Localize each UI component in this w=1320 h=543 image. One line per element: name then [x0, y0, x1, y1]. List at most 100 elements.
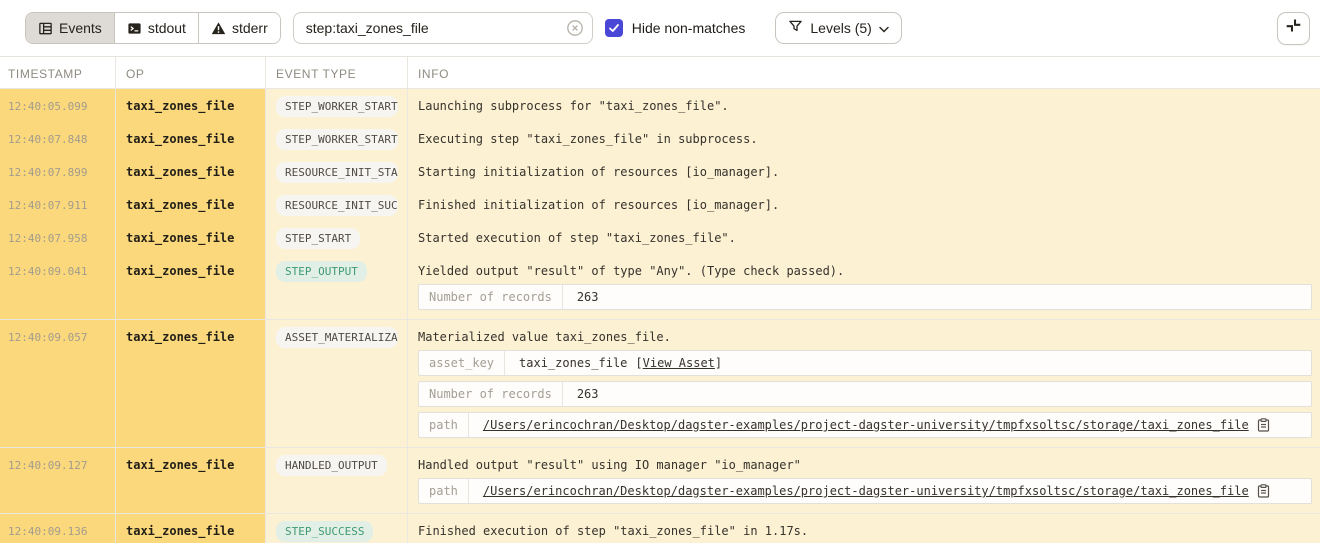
timestamp-cell: 12:40:09.127	[0, 448, 116, 513]
event-type-badge: RESOURCE_INIT_SUCC…	[276, 195, 398, 216]
table-row[interactable]: 12:40:09.136 taxi_zones_file STEP_SUCCES…	[0, 514, 1320, 543]
op-cell: taxi_zones_file	[116, 221, 266, 254]
copy-path-icon[interactable]	[1257, 484, 1270, 498]
col-header-op: OP	[116, 57, 266, 88]
info-cell: Launching subprocess for "taxi_zones_fil…	[408, 89, 1320, 122]
event-log-table: TIMESTAMP OP EVENT TYPE INFO 12:40:05.09…	[0, 56, 1320, 543]
info-cell: Yielded output "result" of type "Any". (…	[408, 254, 1320, 319]
chevron-down-icon	[879, 20, 889, 36]
levels-filter-button[interactable]: Levels (5)	[775, 12, 901, 44]
info-cell: Materialized value taxi_zones_file. asse…	[408, 320, 1320, 447]
path-link[interactable]: /Users/erincochran/Desktop/dagster-examp…	[483, 418, 1249, 432]
metadata-key: path	[419, 479, 469, 503]
metadata-table: path /Users/erincochran/Desktop/dagster-…	[418, 478, 1312, 504]
metadata-value: 263	[563, 387, 613, 401]
op-cell: taxi_zones_file	[116, 320, 266, 447]
metadata-key: path	[419, 413, 469, 437]
table-row[interactable]: 12:40:07.848 taxi_zones_file STEP_WORKER…	[0, 122, 1320, 155]
log-toolbar: Events stdout stderr Hide non-matches	[0, 0, 1320, 56]
table-row[interactable]: 12:40:07.958 taxi_zones_file STEP_START …	[0, 221, 1320, 254]
timestamp-cell: 12:40:09.057	[0, 320, 116, 447]
event-type-badge: RESOURCE_INIT_STAR…	[276, 162, 398, 183]
metadata-key: Number of records	[419, 285, 563, 309]
metadata-table: Number of records 263	[418, 284, 1312, 310]
info-cell: Handled output "result" using IO manager…	[408, 448, 1320, 513]
table-row[interactable]: 12:40:07.899 taxi_zones_file RESOURCE_IN…	[0, 155, 1320, 188]
col-header-event-type: EVENT TYPE	[266, 57, 408, 88]
tab-stderr-label: stderr	[232, 20, 268, 36]
clear-search-icon[interactable]	[566, 19, 584, 37]
table-row[interactable]: 12:40:09.057 taxi_zones_file ASSET_MATER…	[0, 320, 1320, 448]
metadata-entry-records: Number of records 263	[418, 284, 1312, 310]
event-type-badge: STEP_SUCCESS	[276, 521, 373, 542]
tab-events-label: Events	[59, 20, 102, 36]
op-cell: taxi_zones_file	[116, 448, 266, 513]
table-row[interactable]: 12:40:05.099 taxi_zones_file STEP_WORKER…	[0, 89, 1320, 122]
info-cell: Finished execution of step "taxi_zones_f…	[408, 514, 1320, 543]
timestamp-cell: 12:40:09.041	[0, 254, 116, 319]
filter-funnel-icon	[788, 19, 803, 37]
metadata-entry-records: Number of records 263	[418, 381, 1312, 407]
info-text: Handled output "result" using IO manager…	[418, 458, 1312, 472]
copy-path-icon[interactable]	[1257, 418, 1270, 432]
metadata-table: asset_key taxi_zones_file [View Asset] N…	[418, 350, 1312, 438]
metadata-key: asset_key	[419, 351, 505, 375]
info-cell: Started execution of step "taxi_zones_fi…	[408, 221, 1320, 254]
log-filter-search	[293, 12, 593, 44]
op-cell: taxi_zones_file	[116, 514, 266, 543]
warning-icon	[211, 21, 226, 36]
table-icon	[38, 21, 53, 36]
search-input[interactable]	[293, 12, 593, 44]
event-type-badge: STEP_WORKER_STARTI…	[276, 96, 398, 117]
checkbox-checked-icon[interactable]	[605, 19, 623, 37]
terminal-icon	[127, 21, 142, 36]
table-row[interactable]: 12:40:09.127 taxi_zones_file HANDLED_OUT…	[0, 448, 1320, 514]
info-text: Materialized value taxi_zones_file.	[418, 330, 1312, 344]
table-header-row: TIMESTAMP OP EVENT TYPE INFO	[0, 56, 1320, 89]
tab-events[interactable]: Events	[26, 13, 115, 43]
view-asset-link[interactable]: View Asset	[643, 356, 715, 370]
event-type-badge: STEP_WORKER_STARTED	[276, 129, 398, 150]
info-text: Yielded output "result" of type "Any". (…	[418, 264, 1312, 278]
metadata-entry-asset-key: asset_key taxi_zones_file [View Asset]	[418, 350, 1312, 376]
event-type-badge: STEP_START	[276, 228, 360, 249]
metadata-key: Number of records	[419, 382, 563, 406]
timestamp-cell: 12:40:07.958	[0, 221, 116, 254]
info-cell: Executing step "taxi_zones_file" in subp…	[408, 122, 1320, 155]
hide-non-matches-toggle[interactable]: Hide non-matches	[605, 19, 746, 37]
info-cell: Finished initialization of resources [io…	[408, 188, 1320, 221]
metadata-entry-path: path /Users/erincochran/Desktop/dagster-…	[418, 412, 1312, 438]
collapse-panel-button[interactable]	[1277, 12, 1310, 45]
path-link[interactable]: /Users/erincochran/Desktop/dagster-examp…	[483, 484, 1249, 498]
col-header-info: INFO	[408, 57, 1320, 88]
timestamp-cell: 12:40:05.099	[0, 89, 116, 122]
table-row[interactable]: 12:40:07.911 taxi_zones_file RESOURCE_IN…	[0, 188, 1320, 221]
metadata-value: 263	[563, 290, 613, 304]
op-cell: taxi_zones_file	[116, 155, 266, 188]
levels-filter-label: Levels (5)	[810, 20, 871, 36]
log-view-tabs: Events stdout stderr	[25, 12, 281, 44]
collapse-icon	[1285, 17, 1302, 39]
op-cell: taxi_zones_file	[116, 188, 266, 221]
timestamp-cell: 12:40:09.136	[0, 514, 116, 543]
event-type-badge: ASSET_MATERIALIZAT…	[276, 327, 398, 348]
col-header-timestamp: TIMESTAMP	[0, 57, 116, 88]
event-type-badge: HANDLED_OUTPUT	[276, 455, 387, 476]
info-cell: Starting initialization of resources [io…	[408, 155, 1320, 188]
metadata-entry-path: path /Users/erincochran/Desktop/dagster-…	[418, 478, 1312, 504]
event-type-badge: STEP_OUTPUT	[276, 261, 367, 282]
hide-non-matches-label: Hide non-matches	[632, 20, 746, 36]
timestamp-cell: 12:40:07.911	[0, 188, 116, 221]
view-asset-link-wrap: [View Asset]	[635, 356, 722, 370]
tab-stdout-label: stdout	[148, 20, 186, 36]
tab-stdout[interactable]: stdout	[115, 13, 199, 43]
timestamp-cell: 12:40:07.899	[0, 155, 116, 188]
op-cell: taxi_zones_file	[116, 122, 266, 155]
timestamp-cell: 12:40:07.848	[0, 122, 116, 155]
tab-stderr[interactable]: stderr	[199, 13, 280, 43]
bracket-open: [	[635, 356, 642, 370]
asset-key-value: taxi_zones_file	[519, 356, 627, 370]
op-cell: taxi_zones_file	[116, 89, 266, 122]
bracket-close: ]	[715, 356, 722, 370]
table-row[interactable]: 12:40:09.041 taxi_zones_file STEP_OUTPUT…	[0, 254, 1320, 320]
